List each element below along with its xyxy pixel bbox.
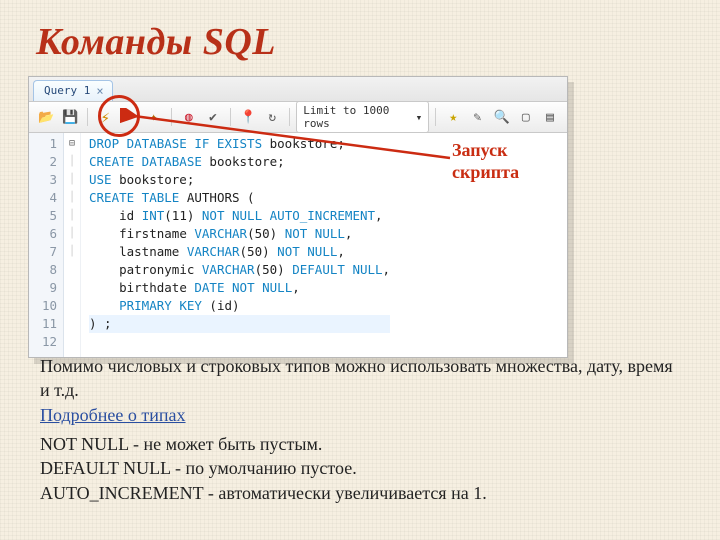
callout-line1: Запуск: [452, 140, 519, 162]
panel2-icon[interactable]: ▤: [539, 105, 561, 129]
toolbar: 📂 💾 ⚡ ⚡ ✦ ◍ ✔ 📍 ↻ Limit to 1000 rows ▾ ★…: [29, 102, 567, 133]
chevron-down-icon: ▾: [416, 111, 423, 124]
limit-label: Limit to 1000 rows: [303, 104, 411, 130]
open-icon[interactable]: 📂: [35, 105, 57, 129]
star-icon[interactable]: ★: [442, 105, 464, 129]
autocommit-icon[interactable]: ↻: [261, 105, 283, 129]
fold-gutter: ⊟││││││: [64, 133, 81, 357]
paragraph-types-text: Помимо числовых и строковых типов можно …: [40, 356, 673, 400]
line-notnull: NOT NULL - не может быть пустым.: [40, 432, 680, 456]
separator: [289, 108, 290, 126]
link-more-types[interactable]: Подробнее о типах: [40, 405, 186, 425]
paragraph-types: Помимо числовых и строковых типов можно …: [40, 354, 680, 427]
limit-dropdown[interactable]: Limit to 1000 rows ▾: [296, 101, 429, 133]
code-area[interactable]: DROP DATABASE IF EXISTS bookstore;CREATE…: [81, 133, 396, 357]
pin-icon[interactable]: 📍: [237, 105, 259, 129]
search-icon[interactable]: 🔍: [491, 105, 513, 129]
slide-title: Команды SQL: [36, 20, 276, 64]
separator: [87, 108, 88, 126]
tab-label: Query 1: [44, 81, 90, 101]
panel-icon[interactable]: ▢: [515, 105, 537, 129]
callout-line2: скрипта: [452, 162, 519, 184]
line-defaultnull: DEFAULT NULL - по умолчанию пустое.: [40, 456, 680, 480]
line-autoincrement: AUTO_INCREMENT - автоматически увеличива…: [40, 481, 680, 505]
separator: [230, 108, 231, 126]
separator: [435, 108, 436, 126]
paragraph-constraints: NOT NULL - не может быть пустым. DEFAULT…: [40, 432, 680, 505]
commit-icon[interactable]: ✔: [202, 105, 224, 129]
beautify-icon[interactable]: ✎: [466, 105, 488, 129]
stop-icon[interactable]: ◍: [178, 105, 200, 129]
explain-icon[interactable]: ✦: [143, 105, 165, 129]
line-gutter: 123456789101112: [29, 133, 64, 357]
tab-query1[interactable]: Query 1 ×: [33, 80, 113, 101]
execute-icon[interactable]: ⚡: [94, 105, 116, 129]
sql-editor-screenshot: Query 1 × 📂 💾 ⚡ ⚡ ✦ ◍ ✔ 📍 ↻ Limit to 100…: [28, 76, 568, 358]
separator: [171, 108, 172, 126]
tab-bar: Query 1 ×: [29, 77, 567, 102]
close-icon[interactable]: ×: [96, 81, 103, 101]
save-icon[interactable]: 💾: [59, 105, 81, 129]
execute-step-icon[interactable]: ⚡: [118, 105, 140, 129]
callout-label: Запуск скрипта: [452, 140, 519, 183]
